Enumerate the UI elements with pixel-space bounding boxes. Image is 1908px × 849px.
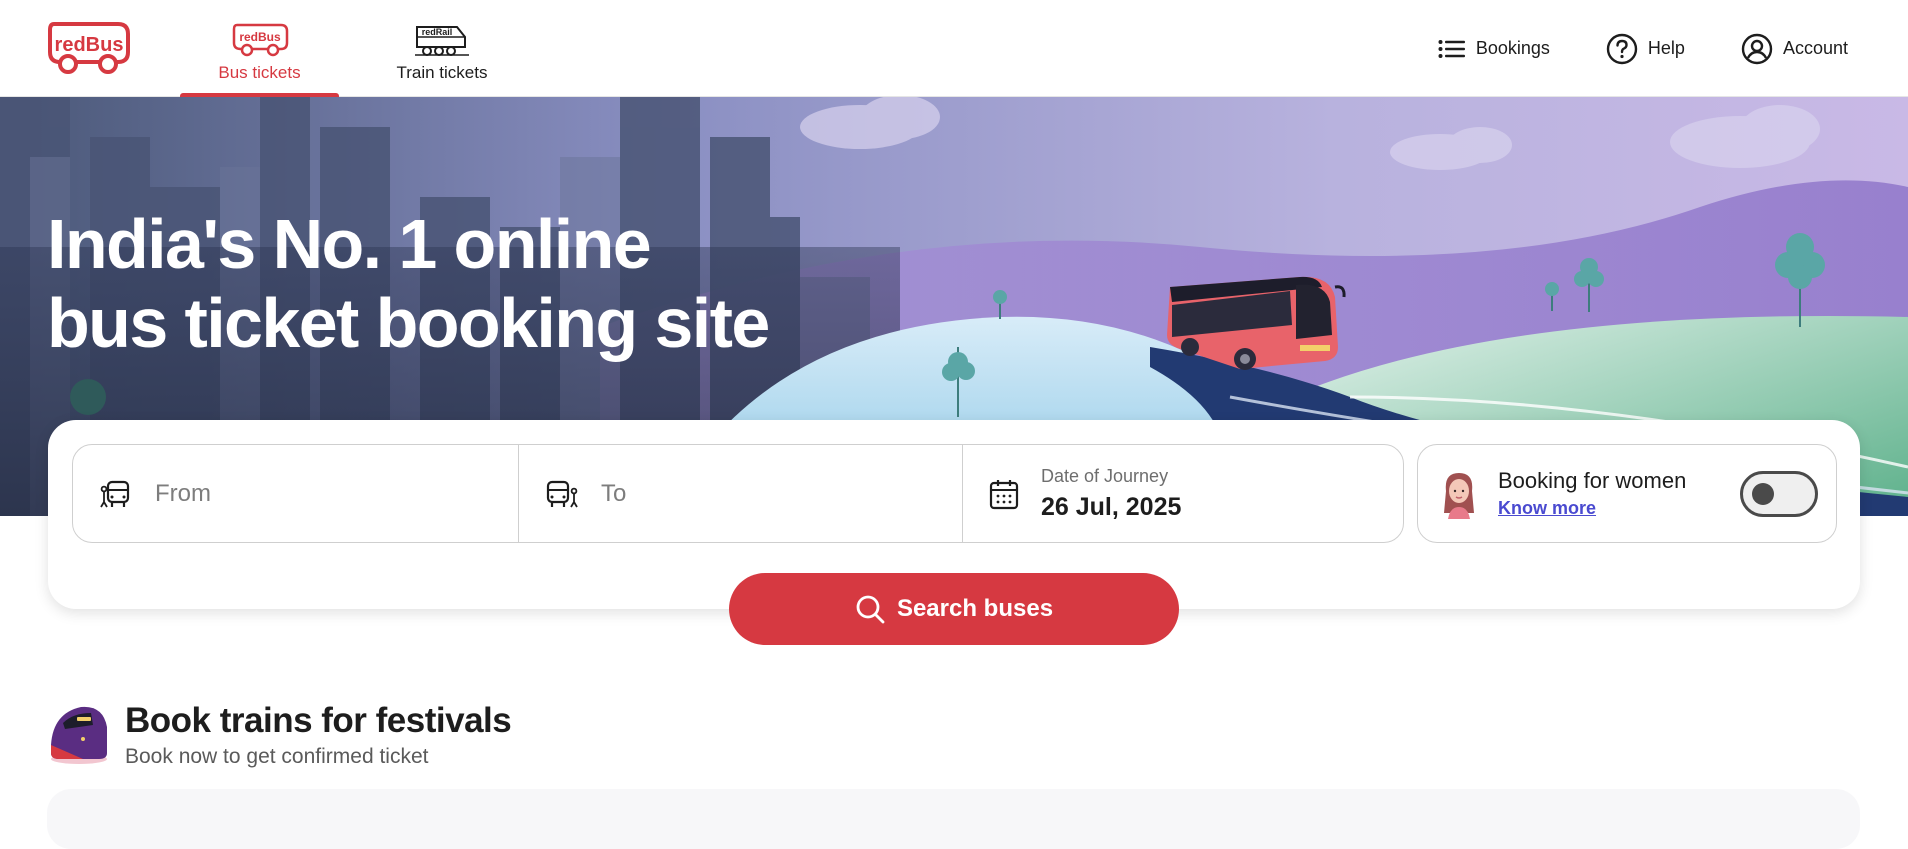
bus-icon: redBus	[232, 23, 288, 57]
search-buses-button[interactable]: Search buses	[729, 573, 1179, 645]
train-icon: redRail	[415, 26, 469, 56]
from-placeholder: From	[155, 479, 211, 507]
account-icon	[1741, 33, 1773, 64]
from-field[interactable]: From	[73, 445, 518, 542]
date-value: 26 Jul, 2025	[1041, 492, 1182, 521]
women-title: Booking for women	[1498, 468, 1687, 493]
bus-destination-icon	[546, 480, 578, 507]
woman-avatar-icon	[1444, 472, 1474, 519]
search-fields: From To Date of Journey 26 Jul, 2025	[72, 444, 1404, 543]
know-more-link[interactable]: Know more	[1498, 498, 1686, 519]
tab-bus-tickets[interactable]: redBus Bus tickets	[180, 0, 339, 97]
help-label: Help	[1647, 38, 1685, 58]
help-icon	[1606, 33, 1638, 64]
festival-text: Book trains for festivals Book now to ge…	[125, 701, 512, 769]
search-button-label: Search buses	[896, 595, 1054, 622]
date-label: Date of Journey	[1041, 465, 1169, 486]
toggle-knob	[1752, 483, 1774, 505]
date-field[interactable]: Date of Journey 26 Jul, 2025	[962, 445, 1403, 542]
bookings-link[interactable]: Bookings	[1438, 38, 1550, 59]
hero-title-line1: India's No. 1 online	[47, 205, 652, 283]
to-field[interactable]: To	[518, 445, 962, 542]
svg-text:redBus: redBus	[239, 30, 281, 44]
account-label: Account	[1782, 38, 1848, 58]
festival-subtitle: Book now to get confirmed ticket	[125, 745, 429, 768]
redbus-logo[interactable]: redBus	[46, 18, 132, 76]
booking-for-women: Booking for women Know more	[1417, 444, 1837, 543]
search-icon	[856, 595, 885, 624]
train-front-icon	[51, 706, 107, 764]
bus-stop-icon	[100, 480, 130, 507]
logo-text: redBus	[55, 34, 124, 56]
active-tab-indicator	[180, 93, 339, 97]
bookings-label: Bookings	[1475, 38, 1550, 58]
account-link[interactable]: Account	[1741, 33, 1848, 65]
calendar-icon	[989, 479, 1019, 509]
top-header: redBus redBus Bus tickets redRail Train …	[0, 0, 1908, 97]
festival-title: Book trains for festivals	[125, 701, 512, 740]
header-nav: Bookings Help Account	[1438, 0, 1848, 97]
women-toggle[interactable]	[1740, 471, 1818, 517]
hero-title: India's No. 1 online bus ticket booking …	[47, 205, 770, 363]
women-text: Booking for women Know more	[1498, 468, 1686, 519]
hero-title-line2: bus ticket booking site	[47, 284, 770, 362]
tab-train-tickets[interactable]: redRail Train tickets	[378, 0, 506, 97]
date-content: Date of Journey 26 Jul, 2025	[1041, 466, 1181, 522]
tab-bus-label: Bus tickets	[218, 63, 301, 82]
tab-train-label: Train tickets	[396, 63, 488, 82]
to-placeholder: To	[601, 479, 627, 507]
festival-card-container	[47, 789, 1860, 849]
list-icon	[1438, 39, 1465, 58]
svg-text:redRail: redRail	[422, 27, 453, 37]
help-link[interactable]: Help	[1606, 33, 1685, 65]
festival-section: Book trains for festivals Book now to ge…	[47, 701, 512, 769]
